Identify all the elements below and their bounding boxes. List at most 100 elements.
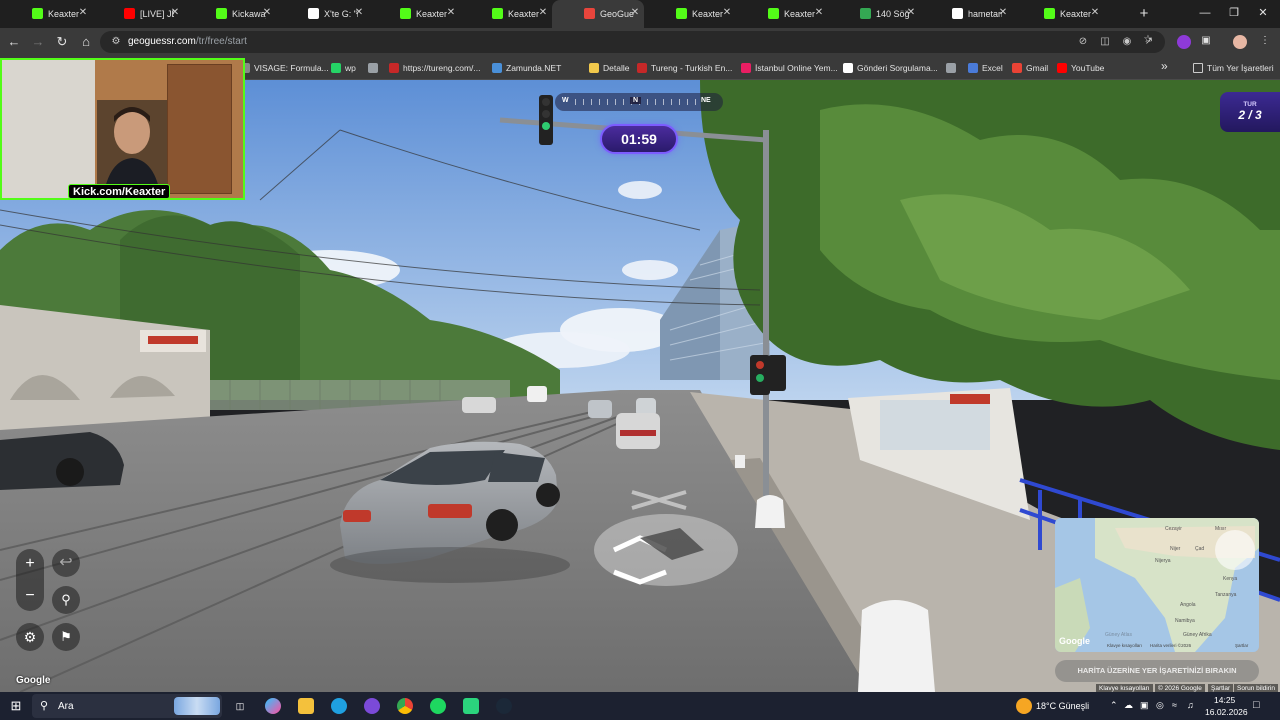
star-icon[interactable]: ☆ [1142, 34, 1154, 46]
install-app-icon[interactable]: ◫ [1099, 36, 1111, 48]
home-icon[interactable]: ⌂ [78, 34, 94, 50]
taskbar-search[interactable]: ⚲ Ara [32, 694, 222, 718]
tab-close-icon[interactable]: ✕ [78, 8, 88, 18]
network-icon[interactable]: ☁ [1124, 700, 1133, 711]
extensions-puzzle-icon[interactable]: ▣ [1200, 35, 1212, 47]
bookmarks-overflow-button[interactable]: » [1161, 59, 1168, 73]
tab-close-icon[interactable]: ✕ [538, 8, 548, 18]
tab-close-icon[interactable]: ✕ [354, 8, 364, 18]
menu-kebab-icon[interactable]: ⋮ [1259, 35, 1271, 47]
copilot-icon[interactable] [265, 698, 281, 714]
tab[interactable]: X'te G: "iki a✕ [276, 0, 368, 28]
tray-app-icon[interactable]: ▣ [1140, 700, 1149, 711]
file-explorer-icon[interactable] [298, 698, 314, 714]
tab[interactable]: Keaxter Stre✕ [368, 0, 460, 28]
settings-icon[interactable]: ⚙ [16, 623, 44, 651]
notifications-icon[interactable]: □ [1253, 699, 1260, 711]
folder-icon [1193, 63, 1203, 73]
weather-icon[interactable] [1016, 698, 1032, 714]
microphone-icon[interactable]: ◎ [1156, 700, 1164, 711]
restore-icon[interactable]: ❐ [1227, 6, 1241, 20]
search-highlight-image [174, 697, 220, 715]
tab-close-icon[interactable]: ✕ [630, 8, 640, 18]
tab-close-icon[interactable]: ✕ [814, 8, 824, 18]
kick-icon [676, 8, 687, 19]
bookmark-item[interactable] [368, 61, 382, 75]
windows-start-icon[interactable]: ⊞ [8, 698, 24, 714]
site-info-icon[interactable]: ⚙ [110, 36, 122, 48]
new-tab-button[interactable]: + [1136, 6, 1152, 22]
bookmark-item[interactable] [946, 61, 960, 75]
all-bookmarks-button[interactable]: Tüm Yer İşaretleri [1193, 61, 1274, 75]
address-bar[interactable]: ⚙ geoguessr.com/tr/free/start ⊘ ◫ ◉ ↗ [100, 31, 1165, 53]
undo-move-button[interactable]: ↩ [52, 549, 80, 577]
url-text: geoguessr.com/tr/free/start [128, 36, 247, 47]
forward-icon[interactable]: → [30, 34, 46, 50]
tab-close-icon[interactable]: ✕ [170, 8, 180, 18]
tab-close-icon[interactable]: ✕ [906, 8, 916, 18]
bookmark-label: Excel [982, 63, 1003, 73]
map-label-niger: Nijer [1170, 546, 1181, 552]
bookmark-item[interactable]: wp [331, 61, 356, 75]
eye-off-icon[interactable]: ⊘ [1077, 36, 1089, 48]
bookmark-item[interactable]: Gönderi Sorgulama... [843, 61, 938, 75]
bookmark-favicon-icon [331, 63, 341, 73]
reload-icon[interactable]: ↻ [54, 34, 70, 50]
zoom-out-button[interactable]: − [16, 582, 44, 610]
tab[interactable]: Keaxter Stre✕ [644, 0, 736, 28]
return-to-start-button[interactable]: ⚲ [52, 586, 80, 614]
volume-icon[interactable]: ♫ [1187, 700, 1194, 710]
bookmark-favicon-icon [946, 63, 956, 73]
zoom-in-button[interactable]: + [16, 550, 44, 578]
tab-close-icon[interactable]: ✕ [998, 8, 1008, 18]
chrome-icon[interactable] [397, 698, 413, 714]
tab[interactable]: Keaxter Stre✕ [736, 0, 828, 28]
bookmark-item[interactable]: VISAGE: Formula... [240, 61, 329, 75]
tab-close-icon[interactable]: ✕ [262, 8, 272, 18]
tab[interactable]: Keaxter Stre✕ [0, 0, 92, 28]
back-icon[interactable]: ← [6, 34, 22, 50]
tab[interactable]: Keaxter Stre✕ [460, 0, 552, 28]
bookmark-item[interactable]: YouTube [1057, 61, 1104, 75]
task-view-icon[interactable]: ◫ [232, 698, 248, 714]
minimize-icon[interactable]: — [1198, 6, 1212, 20]
tab-strip: Keaxter Stre✕[LIVE] JE✕Kickaway - K✕X'te… [0, 0, 1280, 28]
bookmark-item[interactable]: Detalle [589, 61, 629, 75]
tab[interactable]: [LIVE] JE ✕ [92, 0, 184, 28]
obs-icon[interactable] [463, 698, 479, 714]
wifi-icon[interactable]: ≈ [1172, 700, 1177, 710]
close-window-icon[interactable]: ✕ [1256, 6, 1270, 20]
bookmark-item[interactable]: Zamunda.NET [492, 61, 561, 75]
tracking-icon[interactable]: ◉ [1121, 36, 1133, 48]
screen: Keaxter Stre✕[LIVE] JE✕Kickaway - K✕X'te… [0, 0, 1280, 720]
bookmark-item[interactable]: Gmail [1012, 61, 1048, 75]
url-path: /tr/free/start [195, 36, 247, 47]
tab-close-icon[interactable]: ✕ [722, 8, 732, 18]
spotify-icon[interactable] [430, 698, 446, 714]
round-indicator: TUR 2 / 3 [1220, 92, 1280, 132]
profile-avatar[interactable] [1233, 35, 1247, 49]
app-icon[interactable] [364, 698, 380, 714]
bookmark-item[interactable]: https://tureng.com/... [389, 61, 480, 75]
extension-icon[interactable] [1177, 35, 1191, 49]
tray-overflow-icon[interactable]: ⌃ [1110, 700, 1118, 711]
guess-minimap[interactable]: Cezayir Mısır Nijer Çad Nijerya Kenya Ta… [1055, 518, 1259, 652]
tab[interactable]: 140 Söğütlü✕ [828, 0, 920, 28]
bookmark-item[interactable]: Excel [968, 61, 1003, 75]
tab-active[interactable]: GeoGues✕ [552, 0, 644, 28]
edge-icon[interactable] [331, 698, 347, 714]
bookmark-item[interactable]: Tureng - Turkish En... [637, 61, 732, 75]
tab-close-icon[interactable]: ✕ [446, 8, 456, 18]
minimap-data: Harita verileri ©2026 [1150, 642, 1192, 648]
place-marker-button[interactable]: HARİTA ÜZERİNE YER İŞARETİNİZİ BIRAKIN [1055, 660, 1259, 682]
bookmark-item[interactable]: İstanbul Online Yem... [741, 61, 838, 75]
tab[interactable]: Kickaway - K✕ [184, 0, 276, 28]
tab-close-icon[interactable]: ✕ [1090, 8, 1100, 18]
clock-date[interactable]: 16.02.2026 [1205, 707, 1248, 717]
flag-icon[interactable]: ⚑ [52, 623, 80, 651]
steam-icon[interactable] [496, 698, 512, 714]
tab[interactable]: hametan (@✕ [920, 0, 1012, 28]
clock-time[interactable]: 14:25 [1214, 695, 1235, 705]
weather-text[interactable]: 18°C Güneşli [1036, 701, 1089, 711]
tab[interactable]: Keaxter Stre✕ [1012, 0, 1104, 28]
